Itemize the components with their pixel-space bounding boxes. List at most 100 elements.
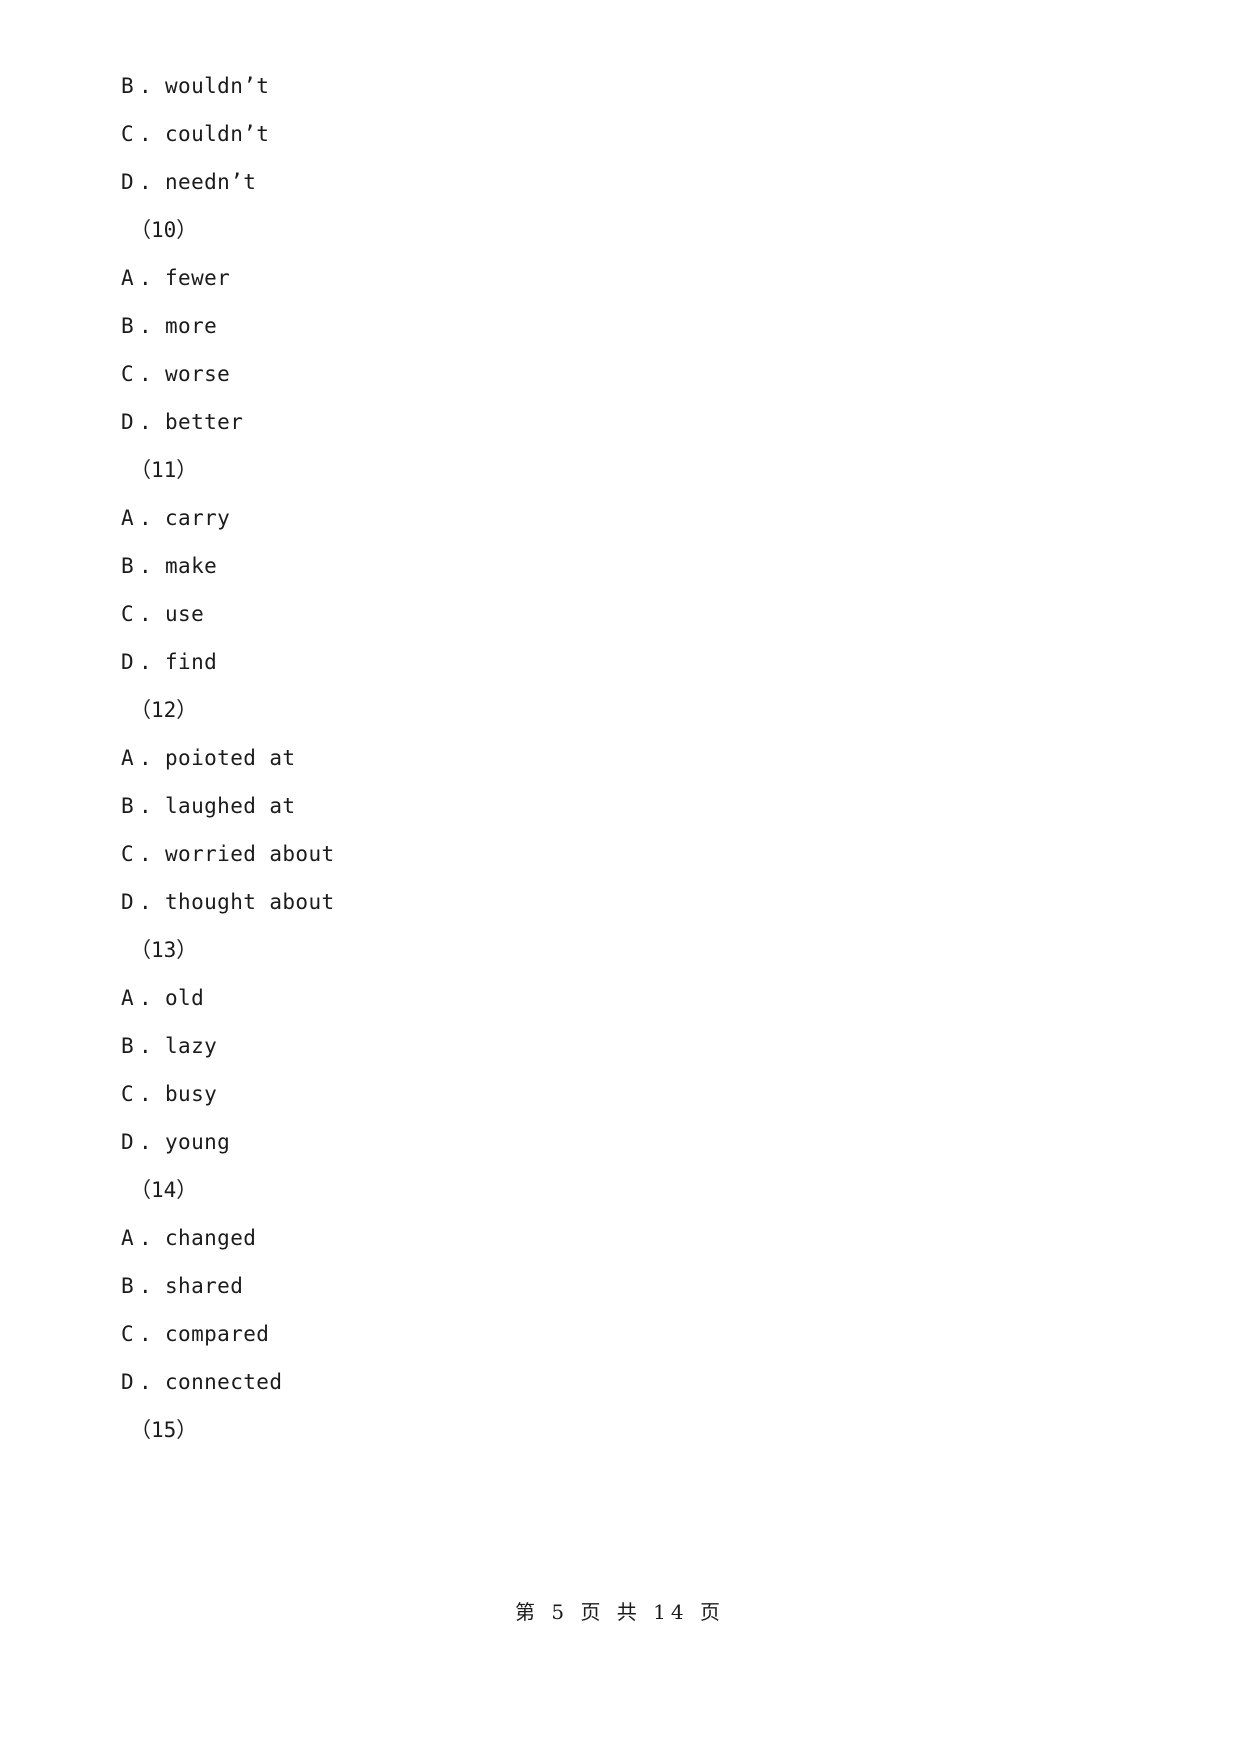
option-text: couldn’t [165, 122, 270, 146]
option-letter: D [121, 170, 135, 194]
option-letter: C [121, 602, 135, 626]
option-text: better [165, 410, 244, 434]
answer-option: A. poioted at [121, 734, 1121, 782]
answer-option: C. compared [121, 1310, 1121, 1358]
option-text: make [165, 554, 218, 578]
option-letter: D [121, 410, 135, 434]
option-letter: A [121, 506, 135, 530]
answer-option: B. shared [121, 1262, 1121, 1310]
option-text: worse [165, 362, 231, 386]
option-separator: . [139, 746, 153, 770]
option-separator: . [139, 890, 153, 914]
option-separator: . [139, 410, 153, 434]
option-text: busy [165, 1082, 218, 1106]
option-letter: B [121, 1034, 135, 1058]
option-separator: . [139, 1130, 153, 1154]
option-text: changed [165, 1226, 257, 1250]
answer-option: D. young [121, 1118, 1121, 1166]
option-separator: . [139, 506, 153, 530]
option-text: shared [165, 1274, 244, 1298]
option-letter: A [121, 266, 135, 290]
option-separator: . [139, 1274, 153, 1298]
answer-option: D. connected [121, 1358, 1121, 1406]
option-letter: C [121, 122, 135, 146]
option-text: carry [165, 506, 231, 530]
option-letter: B [121, 1274, 135, 1298]
option-letter: C [121, 362, 135, 386]
answer-option: A. changed [121, 1214, 1121, 1262]
option-letter: C [121, 842, 135, 866]
answer-option: D. find [121, 638, 1121, 686]
option-letter: A [121, 746, 135, 770]
answer-option: B. wouldn’t [121, 62, 1121, 110]
option-text: young [165, 1130, 231, 1154]
option-letter: C [121, 1322, 135, 1346]
answer-option: B. lazy [121, 1022, 1121, 1070]
answer-option: B. more [121, 302, 1121, 350]
answer-option: A. carry [121, 494, 1121, 542]
option-separator: . [139, 266, 153, 290]
answer-option: C. use [121, 590, 1121, 638]
answer-option: D. better [121, 398, 1121, 446]
option-letter: A [121, 1226, 135, 1250]
option-letter: C [121, 1082, 135, 1106]
option-text: find [165, 650, 218, 674]
answer-option: D. needn’t [121, 158, 1121, 206]
option-letter: B [121, 794, 135, 818]
answer-option: B. make [121, 542, 1121, 590]
option-separator: . [139, 1226, 153, 1250]
option-separator: . [139, 650, 153, 674]
answer-option: A. old [121, 974, 1121, 1022]
option-text: thought about [165, 890, 335, 914]
option-separator: . [139, 1082, 153, 1106]
option-text: fewer [165, 266, 231, 290]
option-text: needn’t [165, 170, 257, 194]
answer-option: C. couldn’t [121, 110, 1121, 158]
option-separator: . [139, 1322, 153, 1346]
option-separator: . [139, 1034, 153, 1058]
option-text: use [165, 602, 205, 626]
option-text: lazy [165, 1034, 218, 1058]
answer-option: C. worried about [121, 830, 1121, 878]
option-letter: A [121, 986, 135, 1010]
option-separator: . [139, 170, 153, 194]
question-number: （10） [130, 218, 198, 242]
option-text: old [165, 986, 205, 1010]
option-letter: D [121, 650, 135, 674]
answer-option: A. fewer [121, 254, 1121, 302]
answer-option: C. busy [121, 1070, 1121, 1118]
option-separator: . [139, 122, 153, 146]
option-separator: . [139, 794, 153, 818]
question-number: （13） [130, 938, 198, 962]
question-number: （12） [130, 698, 198, 722]
answer-option: D. thought about [121, 878, 1121, 926]
option-separator: . [139, 74, 153, 98]
option-letter: D [121, 1370, 135, 1394]
option-letter: D [121, 1130, 135, 1154]
option-text: compared [165, 1322, 270, 1346]
option-separator: . [139, 314, 153, 338]
footer-page-indicator: 第 5 页 共 14 页 [515, 1600, 725, 1624]
option-letter: D [121, 890, 135, 914]
option-separator: . [139, 602, 153, 626]
question-number: （14） [130, 1178, 198, 1202]
option-text: laughed at [165, 794, 296, 818]
option-separator: . [139, 842, 153, 866]
option-separator: . [139, 1370, 153, 1394]
option-text: poioted at [165, 746, 296, 770]
document-page: B. wouldn’t C. couldn’t D. needn’t （10） A. fewer… [0, 0, 1240, 1753]
question-options-list: B. wouldn’t C. couldn’t D. needn’t （10） A. fewer… [121, 62, 1121, 1454]
option-text: connected [165, 1370, 283, 1394]
option-separator: . [139, 986, 153, 1010]
option-text: wouldn’t [165, 74, 270, 98]
option-separator: . [139, 362, 153, 386]
answer-option: C. worse [121, 350, 1121, 398]
option-letter: B [121, 554, 135, 578]
option-text: more [165, 314, 218, 338]
answer-option: B. laughed at [121, 782, 1121, 830]
option-separator: . [139, 554, 153, 578]
question-number: （11） [130, 458, 198, 482]
page-footer: 第 5 页 共 14 页 [0, 1596, 1240, 1625]
option-letter: B [121, 314, 135, 338]
question-number: （15） [130, 1418, 198, 1442]
